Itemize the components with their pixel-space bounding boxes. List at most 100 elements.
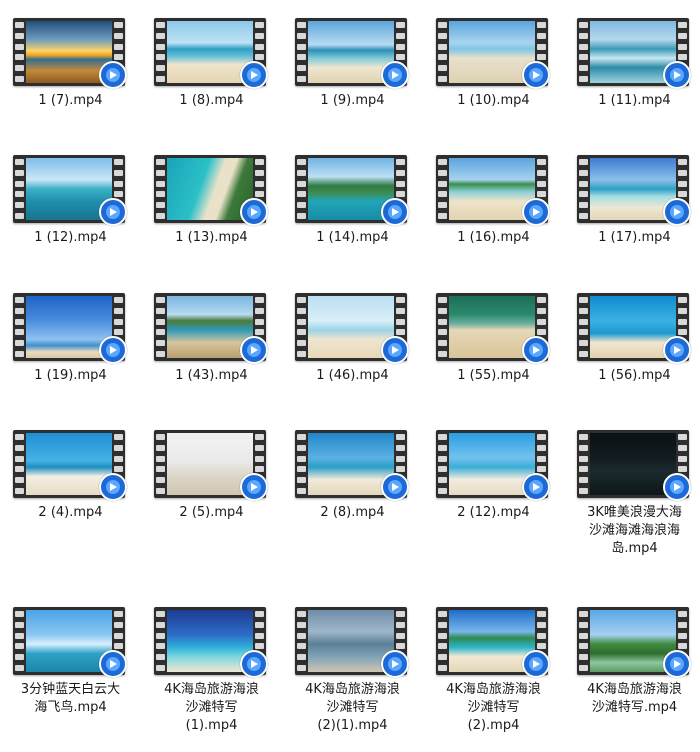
file-name-label: 1 (19).mp4 (34, 368, 107, 383)
file-name-line: 沙滩特写 (185, 700, 238, 715)
file-name-label: 2 (12).mp4 (457, 505, 530, 520)
video-thumbnail[interactable] (436, 18, 550, 89)
sprocket-holes (156, 22, 165, 82)
file-name-line: 4K海岛旅游海浪 (446, 682, 541, 697)
video-file-icon (381, 198, 409, 226)
video-thumbnail[interactable] (577, 430, 691, 501)
video-file-icon (663, 336, 691, 364)
video-thumbnail[interactable] (13, 18, 127, 89)
file-name-line: (1).mp4 (185, 718, 238, 733)
file-name-label: 2 (4).mp4 (38, 505, 103, 520)
video-thumbnail[interactable] (295, 607, 409, 678)
file-name-line: 沙滩特写.mp4 (591, 700, 678, 715)
file-name-label: 4K海岛旅游海浪 沙滩特写 (2).mp4 (429, 681, 558, 735)
video-thumbnail[interactable] (295, 18, 409, 89)
file-name-label: 1 (16).mp4 (457, 230, 530, 245)
video-file-icon (663, 473, 691, 501)
video-file-icon (381, 61, 409, 89)
video-thumbnail[interactable] (13, 430, 127, 501)
video-file-icon (99, 336, 127, 364)
video-thumbnail[interactable] (13, 293, 127, 364)
file-name-label: 1 (7).mp4 (38, 93, 103, 108)
sprocket-holes (156, 297, 165, 357)
sprocket-holes (438, 159, 447, 219)
sprocket-holes (438, 434, 447, 494)
video-thumbnail[interactable] (13, 607, 127, 678)
sprocket-holes (15, 611, 24, 671)
sprocket-holes (156, 159, 165, 219)
sprocket-holes (297, 434, 306, 494)
video-file-icon (240, 198, 268, 226)
file-name-line: 沙滩海滩海浪海 (588, 523, 680, 538)
file-name-line: 3K唯美浪漫大海 (587, 505, 682, 520)
video-file-icon (381, 336, 409, 364)
video-thumbnail[interactable] (577, 155, 691, 226)
sprocket-holes (15, 297, 24, 357)
sprocket-holes (579, 434, 588, 494)
sprocket-holes (579, 22, 588, 82)
video-thumbnail[interactable] (154, 293, 268, 364)
video-thumbnail[interactable] (436, 293, 550, 364)
sprocket-holes (156, 434, 165, 494)
file-name-label: 1 (11).mp4 (598, 93, 671, 108)
sprocket-holes (579, 159, 588, 219)
file-name-label: 1 (56).mp4 (598, 368, 671, 383)
video-file-icon (240, 61, 268, 89)
file-name-label: 3分钟蓝天白云大 海飞鸟.mp4 (6, 681, 135, 717)
video-thumbnail[interactable] (436, 155, 550, 226)
file-name-label: 3K唯美浪漫大海 沙滩海滩海浪海 岛.mp4 (570, 504, 699, 558)
file-grid: 1 (7).mp4 1 (8).mp4 1 (9).mp4 1 (10).mp4 1 (… (0, 0, 700, 752)
video-thumbnail[interactable] (295, 155, 409, 226)
sprocket-holes (15, 22, 24, 82)
video-file-icon (663, 198, 691, 226)
video-thumbnail[interactable] (436, 430, 550, 501)
sprocket-holes (156, 611, 165, 671)
sprocket-holes (579, 297, 588, 357)
sprocket-holes (297, 611, 306, 671)
file-name-line: 海飞鸟.mp4 (34, 700, 107, 715)
sprocket-holes (297, 297, 306, 357)
video-file-icon (522, 650, 550, 678)
video-thumbnail[interactable] (577, 293, 691, 364)
sprocket-holes (438, 22, 447, 82)
video-thumbnail[interactable] (295, 293, 409, 364)
file-name-label: 1 (55).mp4 (457, 368, 530, 383)
file-name-label: 1 (14).mp4 (316, 230, 389, 245)
file-name-label: 4K海岛旅游海浪 沙滩特写 (2)(1).mp4 (288, 681, 417, 735)
file-name-label: 2 (8).mp4 (320, 505, 385, 520)
video-thumbnail[interactable] (154, 155, 268, 226)
video-thumbnail[interactable] (577, 607, 691, 678)
file-name-line: (2)(1).mp4 (317, 718, 388, 733)
video-thumbnail[interactable] (154, 430, 268, 501)
video-file-icon (381, 650, 409, 678)
video-thumbnail[interactable] (154, 18, 268, 89)
video-file-icon (522, 473, 550, 501)
video-thumbnail[interactable] (295, 430, 409, 501)
video-file-icon (240, 473, 268, 501)
video-file-icon (522, 198, 550, 226)
file-name-label: 1 (43).mp4 (175, 368, 248, 383)
file-name-line: 4K海岛旅游海浪 (164, 682, 259, 697)
video-thumbnail[interactable] (13, 155, 127, 226)
video-file-icon (240, 336, 268, 364)
video-thumbnail[interactable] (154, 607, 268, 678)
video-file-icon (663, 61, 691, 89)
file-name-line: 4K海岛旅游海浪 (587, 682, 682, 697)
video-file-icon (99, 473, 127, 501)
video-file-icon (99, 198, 127, 226)
file-name-label: 1 (13).mp4 (175, 230, 248, 245)
sprocket-holes (15, 159, 24, 219)
video-file-icon (522, 336, 550, 364)
video-thumbnail[interactable] (577, 18, 691, 89)
file-name-label: 1 (12).mp4 (34, 230, 107, 245)
video-thumbnail[interactable] (436, 607, 550, 678)
video-file-icon (381, 473, 409, 501)
video-file-icon (99, 650, 127, 678)
file-name-line: 4K海岛旅游海浪 (305, 682, 400, 697)
file-name-label: 1 (9).mp4 (320, 93, 385, 108)
video-file-icon (99, 61, 127, 89)
video-file-icon (240, 650, 268, 678)
video-file-icon (663, 650, 691, 678)
file-name-line: 沙滩特写 (467, 700, 520, 715)
file-name-line: 岛.mp4 (611, 541, 658, 556)
